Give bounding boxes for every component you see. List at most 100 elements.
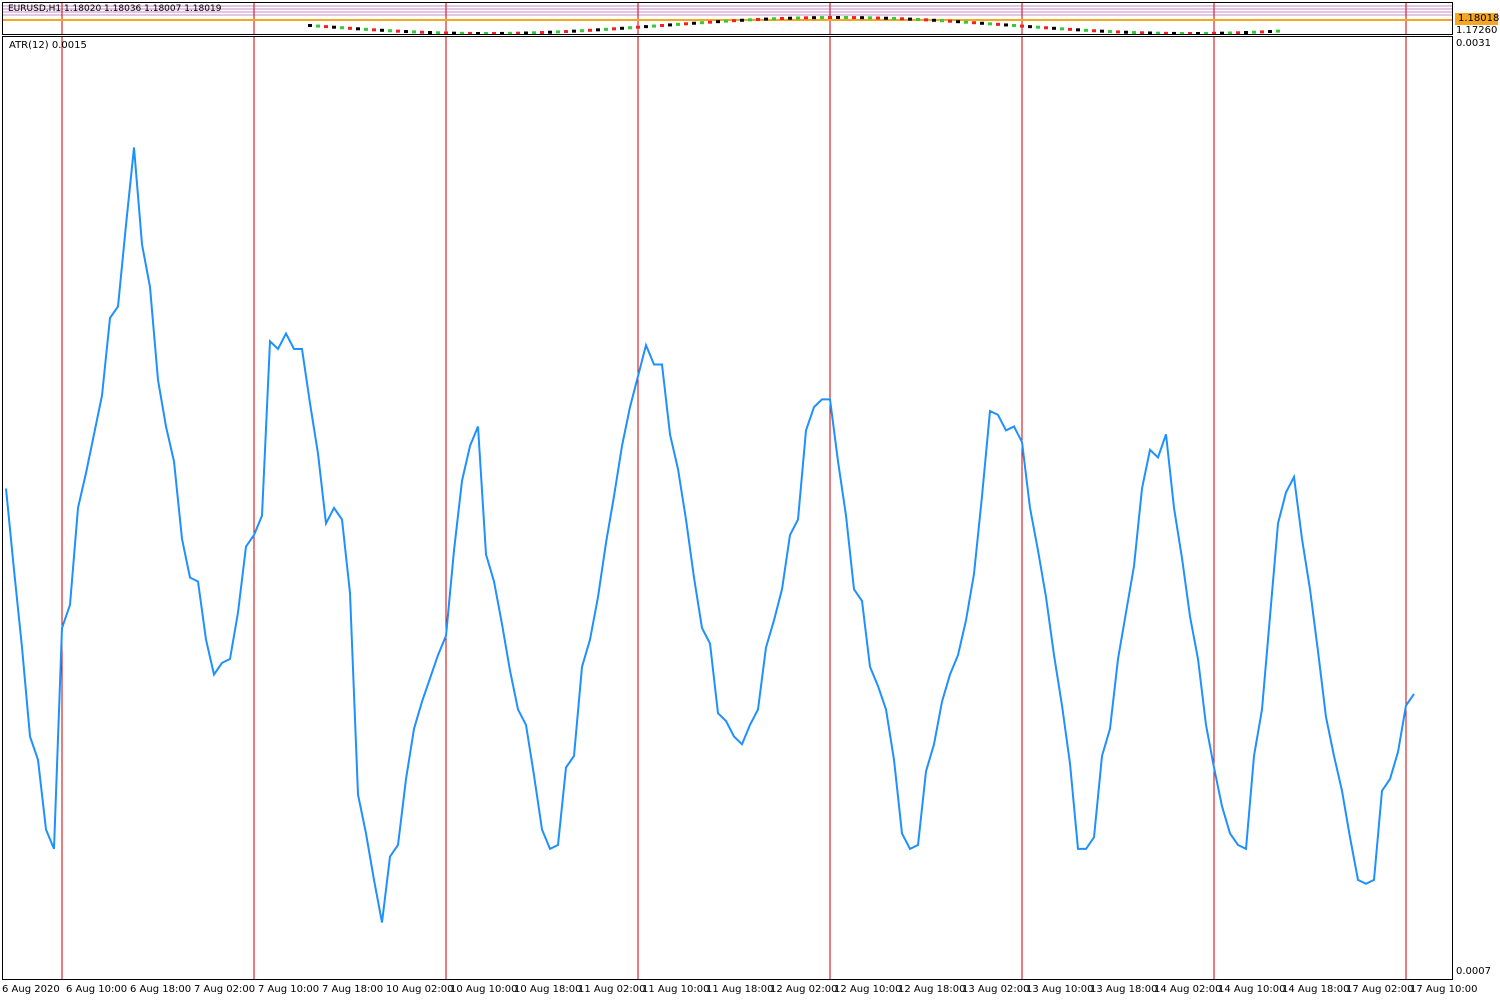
price-candle — [612, 27, 616, 31]
price-candle — [316, 24, 320, 28]
price-candle — [1124, 30, 1128, 34]
price-candle — [772, 17, 776, 21]
price-candle — [956, 20, 960, 24]
price-candle — [796, 16, 800, 20]
time-axis-tick-label: 10 Aug 18:00 — [514, 984, 582, 995]
price-candle — [860, 16, 864, 20]
price-candle — [460, 31, 464, 34]
price-candle — [1116, 30, 1120, 34]
price-candle — [532, 31, 536, 34]
price-candle — [516, 31, 520, 34]
price-candle — [868, 16, 872, 20]
atr-axis-max-label: 0.0031 — [1456, 38, 1491, 49]
price-candle — [1276, 29, 1280, 33]
atr-chart-svg — [5, 37, 1415, 979]
price-candle — [492, 31, 496, 34]
price-candle — [620, 26, 624, 30]
price-candle — [372, 28, 376, 32]
price-candle — [836, 16, 840, 20]
price-candle — [812, 16, 816, 20]
price-candle — [1020, 24, 1024, 28]
price-candle — [780, 16, 784, 20]
price-candle — [572, 29, 576, 33]
price-candle — [1100, 29, 1104, 33]
price-candle — [1212, 31, 1216, 34]
time-axis-tick-label: 13 Aug 02:00 — [962, 984, 1030, 995]
price-candle — [1052, 26, 1056, 30]
price-candle — [348, 26, 352, 30]
time-axis-tick-label: 13 Aug 18:00 — [1090, 984, 1158, 995]
price-candle — [1140, 31, 1144, 34]
price-candle — [428, 31, 432, 34]
price-axis-low-label: 1.17260 — [1456, 25, 1498, 36]
price-candle — [324, 25, 328, 29]
price-candle — [604, 27, 608, 31]
time-axis-tick-label: 11 Aug 02:00 — [578, 984, 646, 995]
price-candle — [1268, 30, 1272, 34]
price-candle — [484, 31, 488, 34]
price-candle — [1196, 31, 1200, 34]
price-candle — [692, 21, 696, 25]
price-candle — [1180, 31, 1184, 34]
price-candle — [628, 26, 632, 30]
price-candle — [308, 24, 312, 27]
price-candle — [1220, 31, 1224, 34]
price-candle — [548, 30, 552, 34]
price-candle — [444, 31, 448, 34]
price-candle — [948, 19, 952, 23]
price-candle — [1076, 28, 1080, 32]
price-candle — [1156, 31, 1160, 34]
price-candle — [900, 17, 904, 21]
price-candle — [580, 29, 584, 33]
price-candle — [932, 18, 936, 22]
price-candle — [716, 20, 720, 24]
price-candle — [524, 31, 528, 34]
time-axis-tick-label: 12 Aug 02:00 — [770, 984, 838, 995]
time-axis-tick-label: 12 Aug 10:00 — [834, 984, 902, 995]
price-chart-panel[interactable]: EURUSD,H1 1.18020 1.18036 1.18007 1.1801… — [2, 2, 1453, 35]
time-axis-tick-label: 6 Aug 18:00 — [130, 984, 192, 995]
price-candle — [1188, 31, 1192, 34]
time-axis-tick-label: 14 Aug 02:00 — [1154, 984, 1222, 995]
price-candle — [388, 29, 392, 33]
price-candle — [1012, 24, 1016, 28]
time-axis-tick-label: 14 Aug 10:00 — [1218, 984, 1286, 995]
price-candle — [980, 21, 984, 25]
price-candle — [844, 16, 848, 20]
price-candle — [380, 28, 384, 32]
time-axis-tick-label: 10 Aug 02:00 — [386, 984, 454, 995]
price-candle — [852, 16, 856, 20]
price-candle — [1236, 31, 1240, 34]
price-candle — [1172, 31, 1176, 34]
time-axis-tick-label: 14 Aug 18:00 — [1282, 984, 1350, 995]
price-candle — [452, 31, 456, 34]
price-candle — [412, 30, 416, 34]
price-candle — [892, 16, 896, 20]
price-candle — [1044, 26, 1048, 30]
price-candle — [804, 16, 808, 20]
price-candle — [708, 20, 712, 24]
price-candle — [404, 30, 408, 34]
price-candle — [332, 25, 336, 29]
time-axis-tick-label: 7 Aug 18:00 — [322, 984, 384, 995]
price-candle — [964, 20, 968, 24]
time-axis-tick-label: 17 Aug 10:00 — [1410, 984, 1478, 995]
price-candle — [916, 17, 920, 21]
price-candle — [884, 16, 888, 20]
current-price-tag: 1.18018 — [1455, 13, 1499, 25]
price-candle — [364, 27, 368, 31]
time-axis-tick-label: 7 Aug 10:00 — [258, 984, 320, 995]
time-axis-tick-label: 6 Aug 2020 — [2, 984, 60, 995]
price-candle — [436, 31, 440, 34]
price-candle — [564, 30, 568, 34]
price-candle — [1148, 31, 1152, 34]
price-candle — [500, 31, 504, 34]
atr-indicator-panel[interactable]: ATR(12) 0.0015 — [2, 36, 1453, 980]
price-candle — [1132, 31, 1136, 34]
price-candle — [644, 25, 648, 29]
price-candle — [420, 30, 424, 34]
price-candle — [724, 19, 728, 23]
time-axis-tick-label: 17 Aug 02:00 — [1346, 984, 1414, 995]
price-candle — [596, 28, 600, 32]
price-candle — [828, 16, 832, 20]
